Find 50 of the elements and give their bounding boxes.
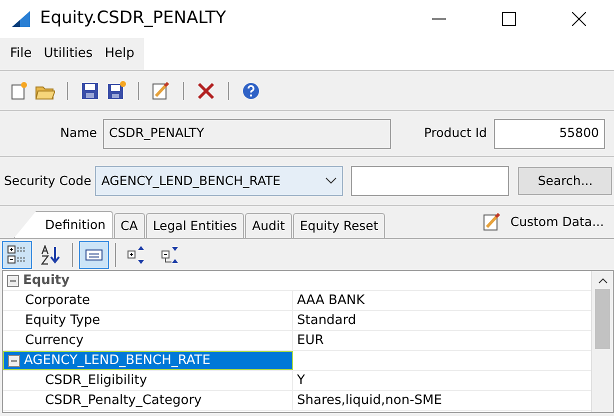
tab[interactable]: Legal Entities [146,213,244,238]
property-value: Shares,liquid,non-SME [296,392,442,410]
menu-item[interactable]: Utilities [38,44,99,64]
help-icon [241,80,261,100]
close-icon [572,12,586,26]
property-name: CSDR_Eligibility [45,372,148,390]
property-name: Corporate [25,292,90,310]
product-id-label: Product Id [422,124,488,142]
property-name: Currency [25,332,84,350]
name-label: Name [59,124,98,142]
edit-icon [151,80,171,100]
property-name: CSDR_Penalty_Category [45,392,202,410]
property-value: Y [296,372,305,390]
product-id-field[interactable]: 55800 [494,118,605,148]
tab[interactable]: Audit [245,213,292,238]
property-value: EUR [296,332,324,350]
menu-item[interactable]: Help [98,44,140,64]
delete-icon [196,80,216,100]
category-label: Equity [23,272,70,290]
security-code-label: Security Code [4,172,92,190]
app-logo-icon [10,9,32,29]
tab[interactable]: Definition [14,211,113,238]
menu-item[interactable]: File [4,44,38,64]
window-title: Equity.CSDR_PENALTY [40,7,228,30]
name-field[interactable]: CSDR_PENALTY [103,118,391,148]
tab[interactable]: Equity Reset [292,213,386,238]
property-value: Standard [296,312,356,330]
property-value: AAA BANK [296,292,365,310]
sort-icon [41,244,61,264]
new-document-icon [9,80,29,100]
maximize-icon [502,12,516,26]
scrollbar[interactable] [591,271,613,412]
search-button[interactable]: Search... [518,167,612,195]
minimize-icon [432,18,446,20]
collapse-all-icon [161,244,181,264]
property-name: Equity Type [25,312,100,330]
tab[interactable]: CA [114,213,145,238]
category-row[interactable]: AGENCY_LEND_BENCH_RATE [3,351,293,370]
categorized-button[interactable] [2,240,32,268]
search-input-field[interactable] [351,166,510,196]
property-pages-button[interactable] [79,240,109,268]
save-icon [80,80,100,100]
collapse-toggle-icon[interactable] [8,354,20,366]
collapse-toggle-icon[interactable] [7,274,19,286]
save-icon [106,80,126,100]
categorized-icon [7,244,27,264]
security-code-dropdown[interactable]: AGENCY_LEND_BENCH_RATE [95,166,344,196]
expand-all-icon [127,244,147,264]
edit-icon [482,212,502,232]
custom-data-button[interactable]: Custom Data... [476,211,610,233]
